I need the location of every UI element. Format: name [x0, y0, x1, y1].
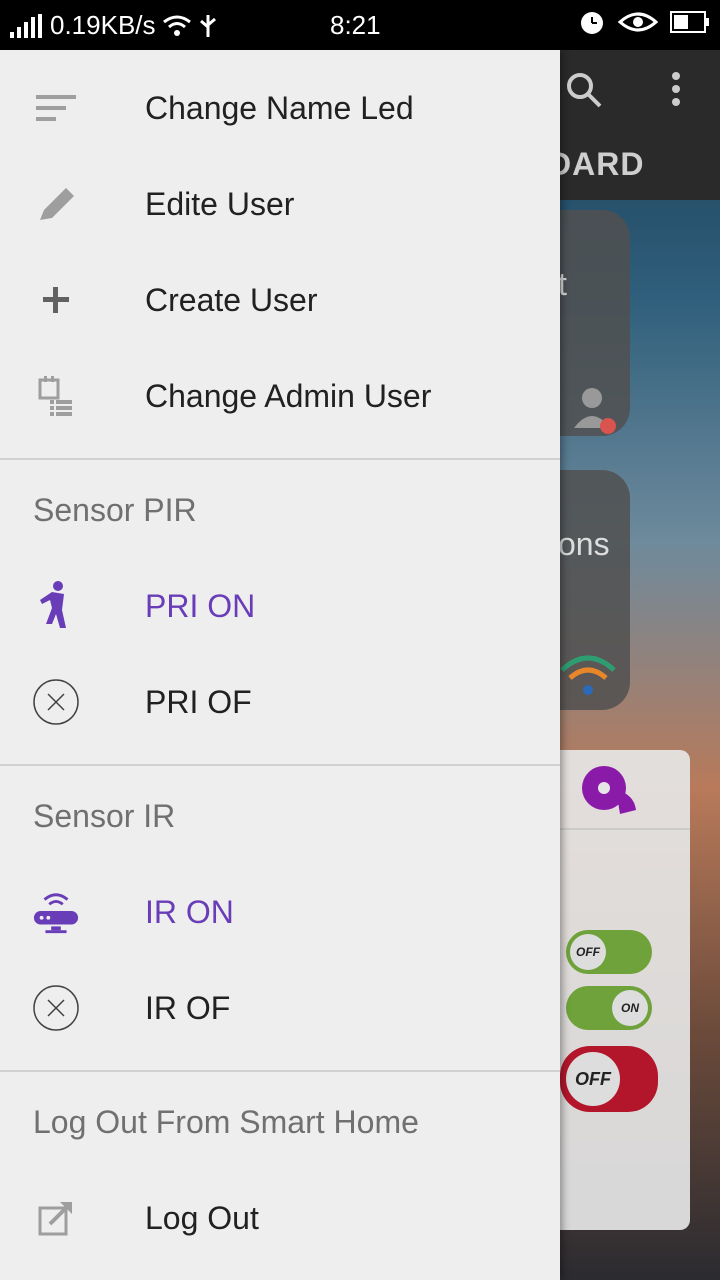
dj-disc-icon — [582, 766, 636, 814]
menu-item-label: IR OF — [145, 990, 231, 1026]
menu-item-label: Change Admin User — [145, 378, 432, 414]
usb-icon — [199, 14, 216, 37]
drawer-divider — [0, 764, 560, 766]
card-text: ons — [558, 526, 610, 562]
menu-item-label: IR ON — [145, 894, 234, 930]
battery-icon — [670, 11, 709, 33]
status-right — [578, 8, 710, 36]
menu-item-edite-user[interactable]: Edite User — [0, 156, 560, 252]
status-bar: 0.19KB/s 8:21 — [0, 0, 720, 50]
menu-item-pri-of[interactable]: PRI OF — [0, 654, 560, 750]
external-edit-icon — [32, 1194, 80, 1242]
circle-x-icon — [32, 984, 80, 1032]
menu-item-label: Edite User — [145, 186, 295, 222]
toggle-switch-large[interactable]: OFF — [560, 1046, 658, 1112]
section-title-logout: Log Out From Smart Home — [33, 1104, 419, 1140]
calendar-list-icon — [32, 372, 80, 420]
tab-dashboard[interactable]: DARD — [548, 146, 644, 183]
status-time: 8:21 — [330, 10, 381, 40]
eye-icon — [618, 12, 658, 32]
toggle-knob: ON — [612, 990, 648, 1026]
menu-item-label: PRI OF — [145, 684, 252, 720]
more-vert-icon[interactable] — [664, 70, 688, 110]
wifi-signal-icon — [560, 655, 616, 695]
alarm-clock-icon — [581, 12, 603, 34]
drawer-divider — [0, 458, 560, 460]
circle-x-icon — [32, 678, 80, 726]
section-title-sensor-pir: Sensor PIR — [33, 492, 197, 528]
sort-lines-icon — [32, 84, 80, 132]
menu-item-label: Log Out — [145, 1200, 259, 1236]
users-icon — [574, 388, 616, 434]
toggle-knob: OFF — [570, 934, 606, 970]
navigation-drawer: Change Name Led Edite User Create User C… — [0, 50, 560, 1280]
toggle-switch[interactable]: OFF — [566, 930, 652, 974]
menu-item-change-admin-user[interactable]: Change Admin User — [0, 348, 560, 444]
wifi-icon — [162, 15, 191, 36]
menu-item-change-name-led[interactable]: Change Name Led — [0, 60, 560, 156]
menu-item-log-out[interactable]: Log Out — [0, 1170, 560, 1266]
network-speed: 0.19KB/s — [50, 10, 156, 40]
menu-item-label: Change Name Led — [145, 90, 414, 126]
status-left: 0.19KB/s — [10, 10, 218, 41]
walking-person-icon — [32, 581, 80, 630]
menu-item-pri-on[interactable]: PRI ON — [0, 558, 560, 654]
drawer-divider — [0, 1070, 560, 1072]
pencil-icon — [32, 180, 80, 228]
plus-icon — [32, 276, 80, 324]
menu-item-label: Create User — [145, 282, 318, 318]
signal-icon — [10, 13, 42, 38]
menu-item-ir-of[interactable]: IR OF — [0, 960, 560, 1056]
toggle-knob: OFF — [566, 1052, 620, 1106]
menu-item-label: PRI ON — [145, 588, 256, 624]
section-title-sensor-ir: Sensor IR — [33, 798, 176, 834]
search-icon[interactable] — [564, 70, 604, 110]
menu-item-create-user[interactable]: Create User — [0, 252, 560, 348]
toggle-switch[interactable]: ON — [566, 986, 652, 1030]
router-wifi-icon — [32, 888, 80, 936]
menu-item-ir-on[interactable]: IR ON — [0, 864, 560, 960]
